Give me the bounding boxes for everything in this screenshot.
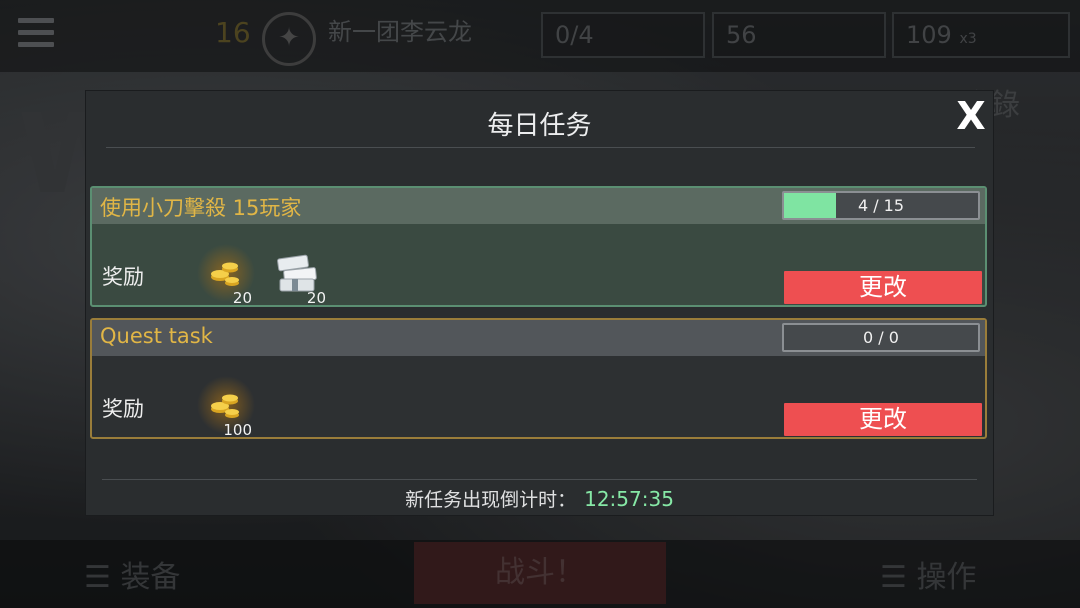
countdown-label: 新任务出现倒计时： bbox=[405, 489, 577, 511]
task-card: Quest task 0 / 0 奖励 100 更改 bbox=[90, 318, 987, 439]
daily-tasks-dialog: 每日任务 X 使用小刀擊殺 15玩家 4 / 15 奖励 20 20 更改 Qu… bbox=[85, 90, 994, 516]
reward-count: 20 bbox=[232, 289, 252, 307]
task-header: Quest task 0 / 0 bbox=[92, 320, 985, 356]
reward-label: 奖励 bbox=[102, 397, 144, 421]
reward-item: 20 bbox=[270, 243, 330, 307]
change-task-button[interactable]: 更改 bbox=[784, 271, 982, 304]
progress-text: 4 / 15 bbox=[857, 196, 905, 215]
countdown-timer: 12:57:35 bbox=[584, 487, 674, 511]
reward-item: 20 bbox=[196, 243, 256, 307]
progress-text: 0 / 0 bbox=[863, 328, 899, 347]
bottom-divider bbox=[102, 479, 977, 480]
task-name: 使用小刀擊殺 15玩家 bbox=[100, 196, 302, 220]
task-name: Quest task bbox=[100, 324, 213, 348]
reward-count: 20 bbox=[306, 289, 326, 307]
title-divider bbox=[106, 147, 975, 148]
task-header: 使用小刀擊殺 15玩家 4 / 15 bbox=[92, 188, 985, 224]
task-card: 使用小刀擊殺 15玩家 4 / 15 奖励 20 20 更改 bbox=[90, 186, 987, 307]
reward-count: 100 bbox=[223, 421, 252, 439]
countdown: 新任务出现倒计时： 12:57:35 bbox=[86, 485, 993, 512]
task-progress-bar: 0 / 0 bbox=[782, 323, 980, 352]
reward-item: 100 bbox=[196, 375, 256, 439]
change-task-button[interactable]: 更改 bbox=[784, 403, 982, 436]
task-progress-bar: 4 / 15 bbox=[782, 191, 980, 220]
close-icon[interactable]: X bbox=[952, 97, 990, 135]
reward-label: 奖励 bbox=[102, 265, 144, 289]
dialog-title: 每日任务 bbox=[487, 111, 592, 141]
